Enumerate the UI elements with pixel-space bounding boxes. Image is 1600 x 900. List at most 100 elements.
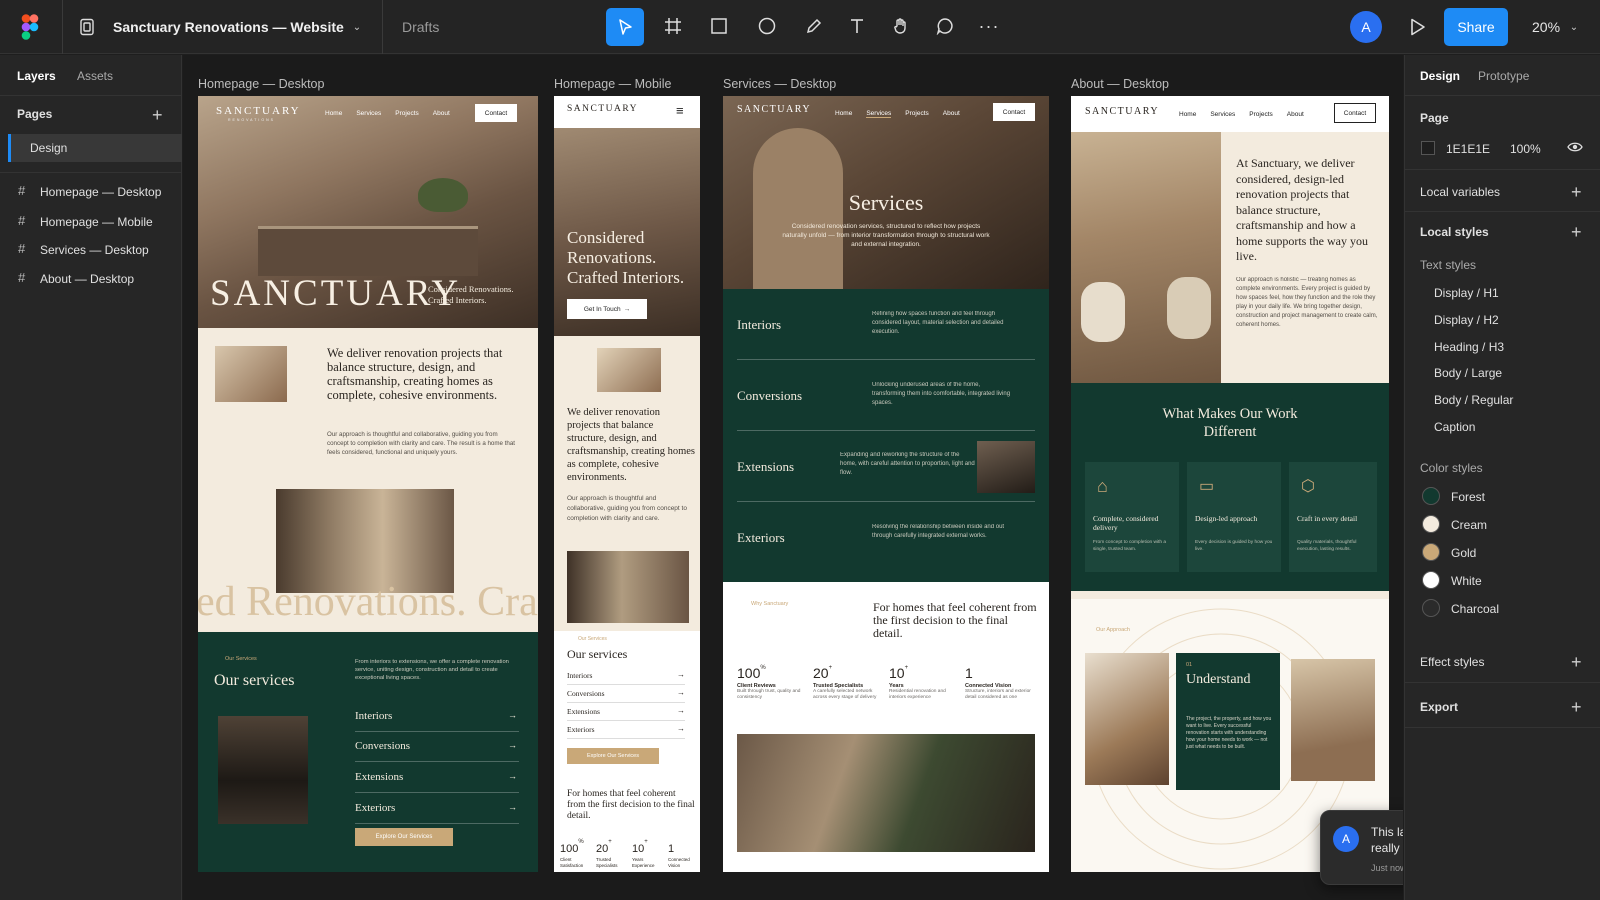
page-item-design[interactable]: Design: [8, 134, 182, 162]
color-style-item-white[interactable]: White: [1405, 569, 1600, 593]
nav-home[interactable]: Home: [835, 110, 852, 118]
tab-assets[interactable]: Assets: [77, 69, 113, 83]
site-logo[interactable]: SANCTUARY: [216, 105, 301, 117]
nav-services[interactable]: Services: [1210, 111, 1235, 118]
layer-item-homepage-mobile[interactable]: # Homepage — Mobile: [0, 209, 182, 235]
figma-logo-icon[interactable]: [18, 13, 42, 41]
frame-label-homepage-mobile[interactable]: Homepage — Mobile: [554, 77, 671, 91]
get-in-touch-button[interactable]: Get In Touch →: [567, 299, 647, 319]
service-row-interiors[interactable]: Interiors →: [355, 706, 519, 732]
layer-item-homepage-desktop[interactable]: # Homepage — Desktop: [0, 179, 182, 205]
nav-home[interactable]: Home: [1179, 111, 1196, 118]
add-page-plus-icon[interactable]: +: [152, 106, 163, 124]
services-logo[interactable]: SANCTUARY: [737, 104, 811, 115]
explore-services-button[interactable]: Explore Our Services: [355, 828, 453, 846]
layer-item-services-desktop[interactable]: # Services — Desktop: [0, 237, 182, 263]
stat-value: 1: [965, 665, 973, 681]
comment-tool-icon[interactable]: [934, 15, 956, 37]
nav-projects[interactable]: Projects: [905, 110, 928, 118]
frame-label-services-desktop[interactable]: Services — Desktop: [723, 77, 836, 91]
frame-tool-icon[interactable]: [662, 15, 684, 37]
contact-button[interactable]: Contact: [993, 103, 1035, 121]
more-tools-icon[interactable]: ···: [977, 15, 1001, 37]
rectangle-tool-icon[interactable]: [708, 15, 730, 37]
mobile-service-row[interactable]: Exteriors →: [567, 723, 685, 739]
tab-layers[interactable]: Layers: [17, 69, 56, 83]
nav-projects[interactable]: Projects: [1249, 111, 1272, 118]
avatar[interactable]: A: [1350, 11, 1382, 43]
present-play-icon[interactable]: [1407, 16, 1429, 38]
color-style-item-forest[interactable]: Forest: [1405, 485, 1600, 509]
service-row-interiors[interactable]: Interiors Refining how spaces function a…: [737, 289, 1035, 360]
text-style-item[interactable]: Caption: [1434, 420, 1475, 434]
color-style-item-cream[interactable]: Cream: [1405, 513, 1600, 537]
pen-tool-icon[interactable]: [803, 15, 825, 37]
layer-item-about-desktop[interactable]: # About — Desktop: [0, 266, 182, 292]
canvas[interactable]: Homepage — Desktop SANCTUARY RENOVATIONS…: [183, 55, 1403, 900]
add-style-plus-icon[interactable]: +: [1571, 223, 1582, 241]
mobile-service-row[interactable]: Interiors →: [567, 669, 685, 685]
text-style-item[interactable]: Display / H1: [1434, 286, 1499, 300]
mobile-logo[interactable]: SANCTUARY: [567, 104, 638, 114]
frame-services-desktop[interactable]: SANCTUARY Home Services Projects About C…: [723, 96, 1049, 872]
frame-about-desktop[interactable]: SANCTUARY Home Services Projects About C…: [1071, 96, 1389, 872]
text-style-item[interactable]: Display / H2: [1434, 313, 1499, 327]
tab-prototype[interactable]: Prototype: [1478, 69, 1529, 83]
visibility-eye-icon[interactable]: [1567, 140, 1583, 159]
service-row-extensions[interactable]: Extensions →: [355, 767, 519, 793]
add-variable-plus-icon[interactable]: +: [1571, 183, 1582, 201]
color-style-item-charcoal[interactable]: Charcoal: [1405, 597, 1600, 621]
file-title[interactable]: Sanctuary Renovations — Website: [113, 19, 344, 35]
frame-label-homepage-desktop[interactable]: Homepage — Desktop: [198, 77, 324, 91]
frame-label-about-desktop[interactable]: About — Desktop: [1071, 77, 1169, 91]
ellipse-tool-icon[interactable]: [756, 15, 778, 37]
mobile-explore-button[interactable]: Explore Our Services: [567, 748, 659, 764]
chevron-down-icon[interactable]: ⌄: [350, 19, 364, 35]
nav-about[interactable]: About: [943, 110, 960, 118]
nav-services[interactable]: Services: [866, 110, 892, 118]
comment-toast[interactable]: A This layout looks great — really captu…: [1320, 810, 1403, 885]
service-row-extensions[interactable]: Extensions Expanding and reworking the s…: [737, 431, 1035, 502]
add-effect-plus-icon[interactable]: +: [1571, 653, 1582, 671]
export-heading[interactable]: Export: [1420, 700, 1458, 714]
text-tool-icon[interactable]: [846, 15, 868, 37]
share-button[interactable]: Share: [1444, 8, 1508, 46]
hand-tool-icon[interactable]: [890, 15, 912, 37]
service-row-conversions[interactable]: Conversions Unlocking underused areas of…: [737, 360, 1035, 431]
service-row-exteriors[interactable]: Exteriors Resolving the relationship bet…: [737, 502, 1035, 573]
contact-button[interactable]: Contact: [1334, 103, 1376, 123]
nav-about[interactable]: About: [433, 110, 450, 117]
tab-design[interactable]: Design: [1420, 69, 1460, 83]
mobile-interior-image: [567, 551, 689, 623]
local-variables-heading[interactable]: Local variables: [1420, 185, 1500, 199]
mobile-service-row[interactable]: Conversions →: [567, 687, 685, 703]
contact-button[interactable]: Contact: [475, 104, 517, 122]
add-export-plus-icon[interactable]: +: [1571, 698, 1582, 716]
service-row-conversions[interactable]: Conversions →: [355, 736, 519, 762]
zoom-chevron-down-icon[interactable]: ⌄: [1568, 19, 1580, 35]
effect-styles-heading[interactable]: Effect styles: [1420, 655, 1484, 669]
file-icon[interactable]: [76, 16, 98, 38]
nav-services[interactable]: Services: [356, 110, 381, 117]
nav-about[interactable]: About: [1287, 111, 1304, 118]
location-drafts[interactable]: Drafts: [402, 19, 439, 35]
frame-homepage-desktop[interactable]: SANCTUARY RENOVATIONS Home Services Proj…: [198, 96, 538, 872]
nav-projects[interactable]: Projects: [395, 110, 418, 117]
move-tool-icon[interactable]: [606, 8, 644, 46]
services-kicker: Our Services: [225, 656, 257, 662]
page-opacity-value[interactable]: 100%: [1510, 142, 1541, 156]
color-styles-heading: Color styles: [1420, 461, 1483, 475]
service-row-exteriors[interactable]: Exteriors →: [355, 798, 519, 824]
mobile-service-row[interactable]: Extensions →: [567, 705, 685, 721]
color-style-item-gold[interactable]: Gold: [1405, 541, 1600, 565]
frame-homepage-mobile[interactable]: SANCTUARY ≡ Considered Renovations. Craf…: [554, 96, 700, 872]
nav-home[interactable]: Home: [325, 110, 342, 117]
page-color-value[interactable]: 1E1E1E: [1446, 142, 1490, 156]
page-color-swatch[interactable]: [1421, 141, 1435, 155]
hamburger-menu-icon[interactable]: ≡: [676, 104, 684, 117]
text-style-item[interactable]: Heading / H3: [1434, 340, 1504, 354]
text-style-item[interactable]: Body / Large: [1434, 366, 1502, 380]
text-style-item[interactable]: Body / Regular: [1434, 393, 1513, 407]
zoom-level[interactable]: 20%: [1532, 19, 1560, 35]
about-logo[interactable]: SANCTUARY: [1085, 106, 1159, 117]
